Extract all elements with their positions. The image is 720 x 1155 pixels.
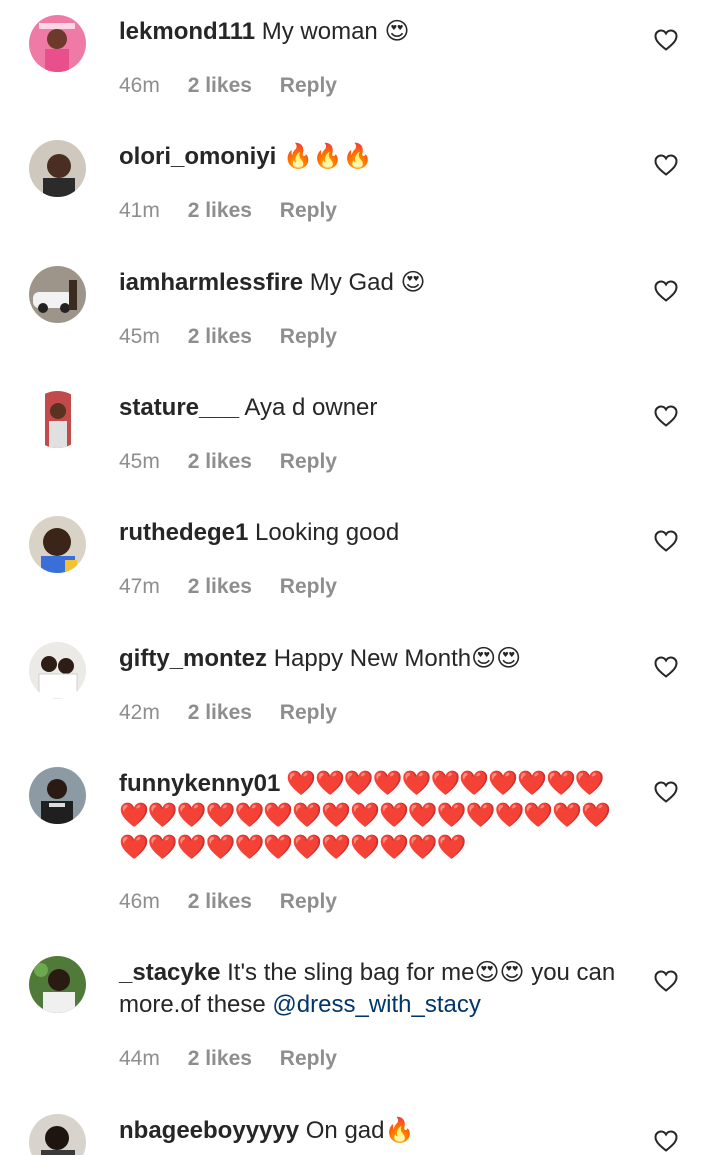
comment-time: 41m [119, 199, 160, 222]
comment-meta: 46m 2 likes Reply [119, 890, 359, 914]
reply-button[interactable]: Reply [280, 74, 337, 97]
comment-body: Looking good [255, 519, 400, 546]
reply-button[interactable]: Reply [280, 701, 337, 724]
comment-meta: 45m 2 likes Reply [119, 325, 359, 349]
avatar[interactable] [29, 767, 86, 824]
comment-body: My woman 😍 [261, 18, 410, 45]
comment-username[interactable]: gifty_montez [119, 645, 267, 672]
reply-button[interactable]: Reply [280, 575, 337, 598]
comment-time: 47m [119, 575, 160, 598]
avatar[interactable] [29, 140, 86, 197]
comment-username[interactable]: ruthedege1 [119, 519, 248, 546]
heart-outline-icon[interactable] [654, 154, 678, 176]
comment-text: iamharmlessfire My Gad 😍 [119, 267, 629, 299]
reply-button[interactable]: Reply [280, 325, 337, 348]
heart-outline-icon[interactable] [654, 1130, 678, 1152]
heart-outline-icon[interactable] [654, 970, 678, 992]
heart-outline-icon[interactable] [654, 530, 678, 552]
reply-button[interactable]: Reply [280, 199, 337, 222]
comment-meta: 45m 2 likes Reply [119, 450, 359, 474]
comment-meta: 46m 2 likes Reply [119, 74, 359, 98]
comment-text: ruthedege1 Looking good [119, 517, 629, 549]
comment-likes[interactable]: 2 likes [188, 325, 252, 348]
comment-likes[interactable]: 2 likes [188, 450, 252, 473]
heart-outline-icon[interactable] [654, 405, 678, 427]
avatar[interactable] [29, 391, 86, 448]
comment-body: On gad🔥 [305, 1117, 415, 1144]
comment-time: 46m [119, 74, 160, 97]
comment-time: 44m [119, 1047, 160, 1070]
reply-button[interactable]: Reply [280, 1047, 337, 1070]
comment-username[interactable]: lekmond111 [119, 18, 255, 45]
reply-button[interactable]: Reply [280, 450, 337, 473]
comment-likes[interactable]: 2 likes [188, 701, 252, 724]
comment-body: Aya d owner [244, 394, 378, 421]
comment-text: stature___ Aya d owner [119, 392, 629, 424]
heart-outline-icon[interactable] [654, 29, 678, 51]
avatar[interactable] [29, 15, 86, 72]
comment-item: gifty_montez Happy New Month😍😍 42m 2 lik… [0, 642, 720, 742]
comment-meta: 44m 2 likes Reply [119, 1047, 359, 1071]
comment-likes[interactable]: 2 likes [188, 890, 252, 913]
comment-item: funnykenny01 ❤️❤️❤️❤️❤️❤️❤️❤️❤️❤️❤️❤️❤️❤… [0, 767, 720, 927]
comment-text: nbageeboyyyyy On gad🔥 [119, 1115, 629, 1147]
comment-text: lekmond111 My woman 😍 [119, 16, 629, 48]
comment-likes[interactable]: 2 likes [188, 74, 252, 97]
avatar[interactable] [29, 516, 86, 573]
comment-text: gifty_montez Happy New Month😍😍 [119, 643, 629, 675]
comment-time: 45m [119, 325, 160, 348]
reply-button[interactable]: Reply [280, 890, 337, 913]
heart-outline-icon[interactable] [654, 781, 678, 803]
comment-username[interactable]: stature___ [119, 394, 239, 421]
comment-meta: 47m 2 likes Reply [119, 575, 359, 599]
comment-item: nbageeboyyyyy On gad🔥 [0, 1114, 720, 1155]
comment-text: olori_omoniyi 🔥🔥🔥 [119, 141, 629, 173]
avatar[interactable] [29, 956, 86, 1013]
comment-likes[interactable]: 2 likes [188, 575, 252, 598]
comment-item: ruthedege1 Looking good 47m 2 likes Repl… [0, 516, 720, 616]
comment-item: olori_omoniyi 🔥🔥🔥 41m 2 likes Reply [0, 140, 720, 240]
heart-outline-icon[interactable] [654, 280, 678, 302]
comment-meta: 41m 2 likes Reply [119, 199, 359, 223]
comment-body: Happy New Month😍😍 [273, 645, 522, 672]
comment-item: stature___ Aya d owner 45m 2 likes Reply [0, 391, 720, 491]
comment-time: 42m [119, 701, 160, 724]
mention-link[interactable]: @dress_with_stacy [272, 991, 480, 1018]
comment-text: funnykenny01 ❤️❤️❤️❤️❤️❤️❤️❤️❤️❤️❤️❤️❤️❤… [119, 768, 629, 864]
comment-body: 🔥🔥🔥 [283, 143, 373, 170]
comment-meta: 42m 2 likes Reply [119, 701, 359, 725]
heart-outline-icon[interactable] [654, 656, 678, 678]
comment-likes[interactable]: 2 likes [188, 199, 252, 222]
comment-username[interactable]: _stacyke [119, 959, 220, 986]
avatar[interactable] [29, 1114, 86, 1155]
comment-time: 45m [119, 450, 160, 473]
comment-item: iamharmlessfire My Gad 😍 45m 2 likes Rep… [0, 266, 720, 366]
comment-time: 46m [119, 890, 160, 913]
comment-item: lekmond111 My woman 😍 46m 2 likes Reply [0, 15, 720, 115]
comment-username[interactable]: olori_omoniyi [119, 143, 276, 170]
comment-text: _stacyke It's the sling bag for me😍😍 you… [119, 957, 629, 1021]
comment-likes[interactable]: 2 likes [188, 1047, 252, 1070]
comment-username[interactable]: funnykenny01 [119, 770, 280, 797]
avatar[interactable] [29, 266, 86, 323]
comment-item: _stacyke It's the sling bag for me😍😍 you… [0, 956, 720, 1086]
avatar[interactable] [29, 642, 86, 699]
comment-username[interactable]: nbageeboyyyyy [119, 1117, 299, 1144]
comment-body: My Gad 😍 [309, 269, 426, 296]
comment-username[interactable]: iamharmlessfire [119, 269, 303, 296]
